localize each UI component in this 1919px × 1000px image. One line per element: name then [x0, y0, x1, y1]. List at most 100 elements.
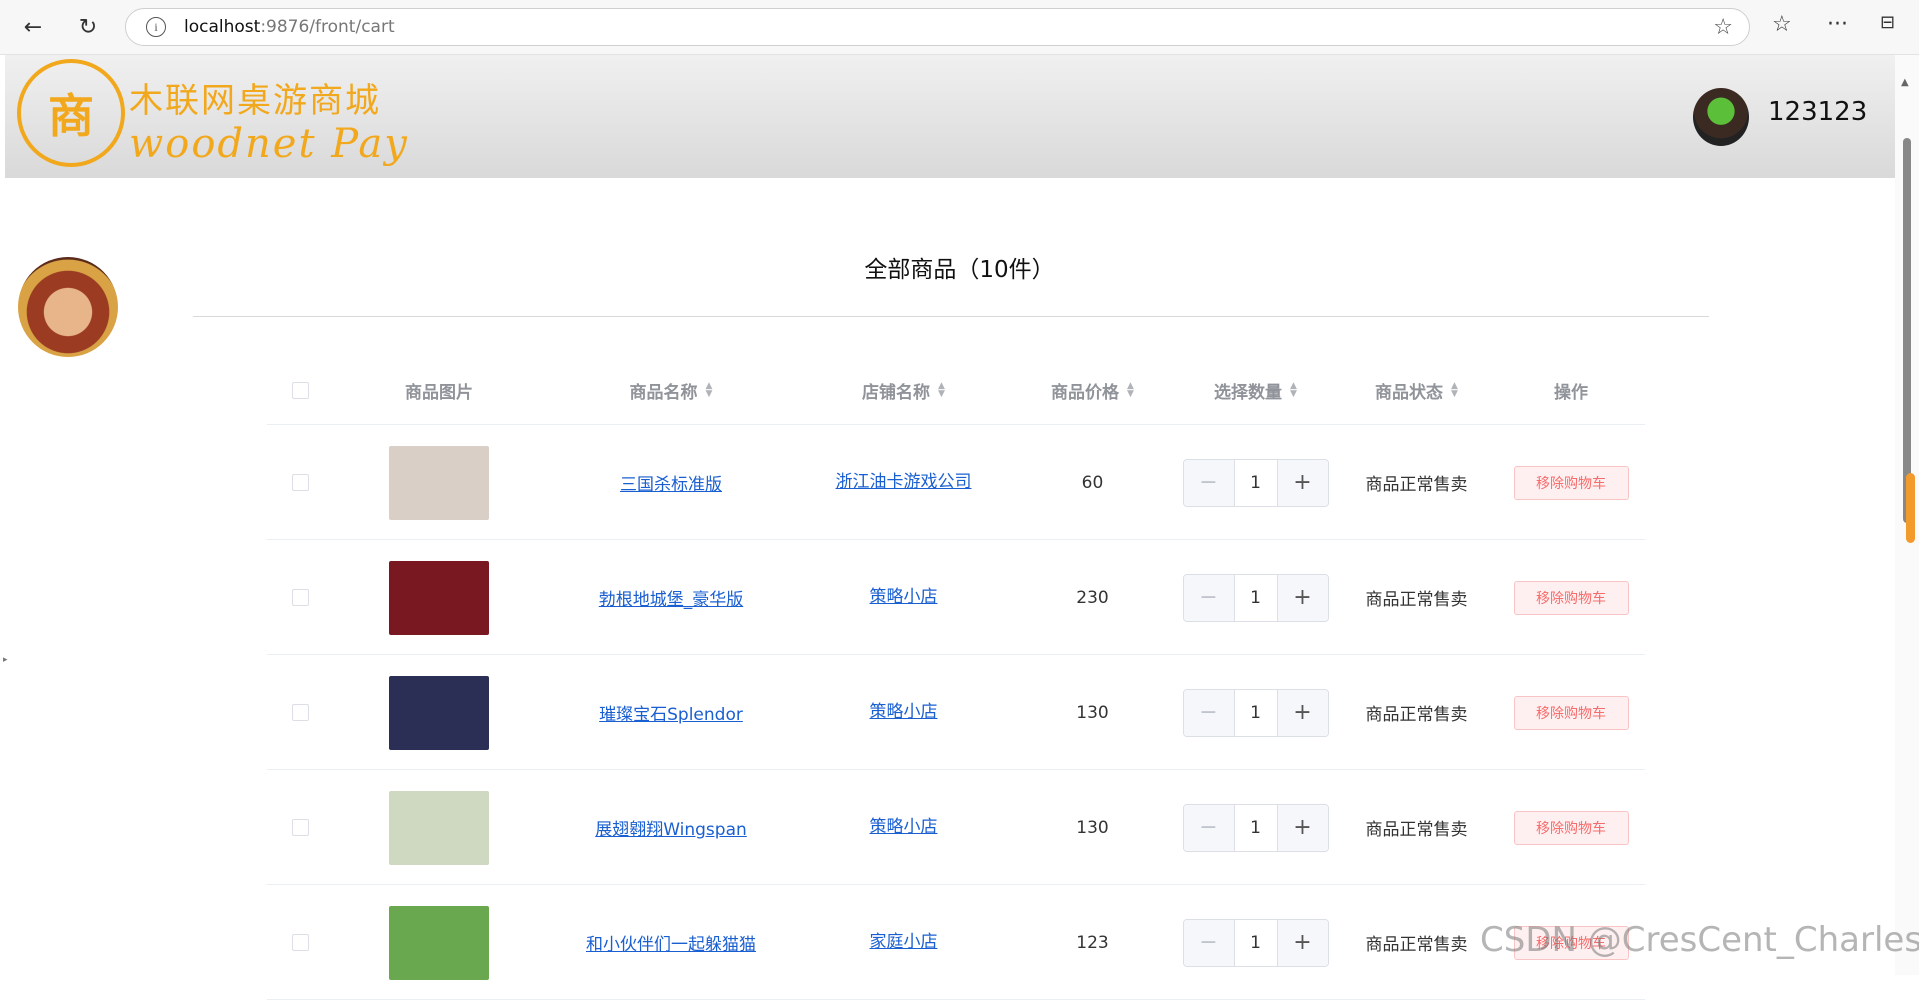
increase-button[interactable]: + — [1277, 919, 1328, 966]
product-price: 130 — [1076, 702, 1109, 723]
increase-button[interactable]: + — [1277, 689, 1328, 736]
scroll-indicator — [1906, 473, 1915, 543]
site-logo[interactable]: 商 — [17, 59, 125, 167]
action-cell: 移除购物车 — [1497, 540, 1645, 655]
column-price[interactable]: 商品价格 ▲ ▼ — [1010, 355, 1175, 425]
more-menu-icon[interactable]: ··· — [1827, 12, 1848, 37]
quantity-input[interactable]: 1 — [1233, 804, 1278, 851]
quantity-input[interactable]: 1 — [1233, 919, 1278, 966]
product-name-cell: 展翅翱翔Wingspan — [545, 770, 797, 885]
sort-icon[interactable]: ▲ ▼ — [1451, 382, 1458, 399]
column-price-label: 商品价格 — [1051, 382, 1120, 403]
product-status: 商品正常售卖 — [1365, 935, 1468, 955]
side-collapse-icon[interactable]: ▸ — [3, 655, 8, 665]
sort-icon[interactable]: ▲ ▼ — [1127, 382, 1134, 399]
price-cell: 123 — [1010, 885, 1175, 1000]
url-host: localhost — [184, 17, 261, 37]
column-status[interactable]: 商品状态 ▲ ▼ — [1336, 355, 1497, 425]
price-cell: 60 — [1010, 425, 1175, 540]
column-quantity[interactable]: 选择数量 ▲ ▼ — [1175, 355, 1336, 425]
remove-from-cart-button[interactable]: 移除购物车 — [1513, 695, 1629, 730]
action-cell: 移除购物车 — [1497, 425, 1645, 540]
sort-icon[interactable]: ▲ ▼ — [938, 382, 945, 399]
user-name[interactable]: 123123 — [1768, 97, 1867, 127]
shop-name-link[interactable]: 策略小店 — [870, 698, 938, 727]
quantity-input[interactable]: 1 — [1233, 574, 1278, 621]
product-name-link[interactable]: 展翅翱翔Wingspan — [595, 815, 747, 840]
decrease-button[interactable]: − — [1183, 459, 1234, 506]
decrease-button[interactable]: − — [1183, 919, 1234, 966]
product-price: 230 — [1076, 587, 1109, 608]
row-checkbox[interactable] — [291, 934, 309, 951]
user-avatar[interactable] — [1693, 88, 1749, 146]
decrease-button[interactable]: − — [1183, 574, 1234, 621]
product-name-link[interactable]: 勃根地城堡_豪华版 — [599, 585, 744, 610]
product-image[interactable] — [389, 445, 489, 520]
increase-button[interactable]: + — [1277, 804, 1328, 851]
column-quantity-label: 选择数量 — [1214, 382, 1283, 403]
back-icon[interactable]: ← — [18, 12, 48, 42]
row-select-cell — [267, 770, 333, 885]
shop-name-link[interactable]: 家庭小店 — [870, 928, 938, 957]
browser-toolbar: ← ↻ i localhost:9876/front/cart ☆ ☆ ··· … — [0, 0, 1919, 55]
shop-name-cell: 策略小店 — [797, 655, 1010, 770]
product-name-link[interactable]: 三国杀标准版 — [620, 470, 722, 495]
remove-from-cart-button[interactable]: 移除购物车 — [1513, 810, 1629, 845]
sidebar-toggle-icon[interactable]: ⊟ — [1880, 12, 1895, 33]
quantity-input[interactable]: 1 — [1233, 459, 1278, 506]
product-image[interactable] — [389, 560, 489, 635]
site-info-icon[interactable]: i — [146, 17, 166, 37]
row-checkbox[interactable] — [291, 819, 309, 836]
product-image[interactable] — [389, 905, 489, 980]
sort-icon[interactable]: ▲ ▼ — [706, 382, 713, 399]
product-name-cell: 三国杀标准版 — [545, 425, 797, 540]
reload-icon[interactable]: ↻ — [73, 12, 103, 42]
product-price: 130 — [1076, 817, 1109, 838]
shop-name-link[interactable]: 策略小店 — [870, 813, 938, 842]
row-checkbox[interactable] — [291, 589, 309, 606]
address-bar[interactable]: i localhost:9876/front/cart ☆ — [125, 8, 1750, 46]
quantity-stepper: − 1 + — [1182, 573, 1329, 622]
action-cell: 移除购物车 — [1497, 655, 1645, 770]
quantity-cell: − 1 + — [1175, 655, 1336, 770]
scroll-up-icon[interactable]: ▲ — [1901, 77, 1909, 88]
decrease-button[interactable]: − — [1183, 804, 1234, 851]
product-image[interactable] — [389, 790, 489, 865]
column-shop[interactable]: 店铺名称 ▲ ▼ — [797, 355, 1010, 425]
status-cell: 商品正常售卖 — [1336, 655, 1497, 770]
scrollbar-thumb[interactable] — [1903, 138, 1911, 523]
remove-from-cart-button[interactable]: 移除购物车 — [1513, 580, 1629, 615]
column-action-label: 操作 — [1554, 382, 1588, 403]
row-checkbox[interactable] — [291, 474, 309, 491]
select-all-checkbox[interactable] — [291, 381, 309, 399]
site-title: 木联网桌游商城 — [129, 81, 381, 121]
product-status: 商品正常售卖 — [1365, 820, 1468, 840]
shop-name-cell: 策略小店 — [797, 540, 1010, 655]
row-select-cell — [267, 425, 333, 540]
product-name-link[interactable]: 和小伙伴们一起躲猫猫 — [586, 930, 756, 955]
site-header: 商 木联网桌游商城 woodnet Pay 123123 — [5, 55, 1895, 178]
row-checkbox[interactable] — [291, 704, 309, 721]
product-image-cell — [333, 425, 545, 540]
table-row: 展翅翱翔Wingspan 策略小店 130 − 1 + 商品正常售卖 移除购物车 — [267, 770, 1645, 885]
favorites-list-icon[interactable]: ☆ — [1772, 12, 1792, 37]
product-image-cell — [333, 540, 545, 655]
quantity-stepper: − 1 + — [1182, 918, 1329, 967]
price-cell: 130 — [1010, 655, 1175, 770]
column-name-label: 商品名称 — [629, 382, 698, 403]
product-name-link[interactable]: 璀璨宝石Splendor — [599, 700, 743, 725]
title-divider — [193, 316, 1709, 317]
shop-name-link[interactable]: 策略小店 — [870, 583, 938, 612]
decrease-button[interactable]: − — [1183, 689, 1234, 736]
increase-button[interactable]: + — [1277, 459, 1328, 506]
favorite-star-icon[interactable]: ☆ — [1713, 15, 1733, 40]
product-image[interactable] — [389, 675, 489, 750]
increase-button[interactable]: + — [1277, 574, 1328, 621]
sort-icon[interactable]: ▲ ▼ — [1290, 382, 1297, 399]
table-row: 勃根地城堡_豪华版 策略小店 230 − 1 + 商品正常售卖 移除购物车 — [267, 540, 1645, 655]
table-body: 三国杀标准版 浙江油卡游戏公司 60 − 1 + 商品正常售卖 移除购物车 勃根… — [267, 425, 1645, 1000]
shop-name-link[interactable]: 浙江油卡游戏公司 — [836, 468, 972, 497]
quantity-input[interactable]: 1 — [1233, 689, 1278, 736]
remove-from-cart-button[interactable]: 移除购物车 — [1513, 465, 1629, 500]
column-name[interactable]: 商品名称 ▲ ▼ — [545, 355, 797, 425]
